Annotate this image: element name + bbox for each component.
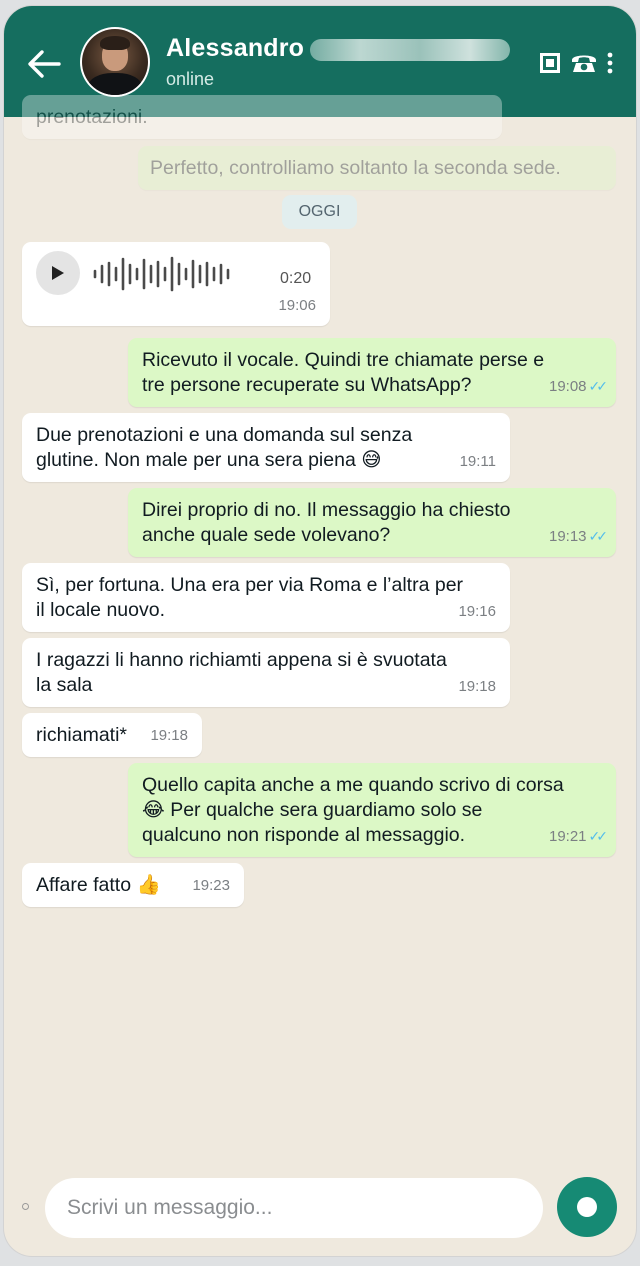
blurred-surname (310, 39, 510, 61)
message-bubble-incoming[interactable]: I ragazzi li hanno richiamti appena si è… (22, 638, 510, 707)
message-text: qualcuno non risponde al messaggio. (142, 824, 466, 846)
back-arrow-icon[interactable] (24, 44, 64, 84)
message-text: Quello capita anche a me quando scrivo d… (142, 774, 564, 796)
read-ticks-icon: ✓✓ (588, 528, 609, 544)
message-text: Direi proprio di no. Il messaggio ha chi… (142, 499, 511, 521)
record-icon (577, 1197, 597, 1217)
message-time: 19:13 ✓✓ (548, 528, 609, 545)
more-options-icon[interactable] (604, 50, 616, 76)
contact-name[interactable]: Alessandro (166, 34, 304, 63)
read-ticks-icon: ✓✓ (588, 378, 609, 394)
message-text: tre persone recuperate su WhatsApp? (142, 374, 472, 396)
message-time: 19:16 (458, 603, 496, 620)
attachment-dot-icon[interactable] (22, 1203, 29, 1210)
record-send-button[interactable] (557, 1177, 617, 1237)
message-bubble-incoming[interactable]: Sì, per fortuna. Una era per via Roma e … (22, 563, 510, 632)
message-input[interactable] (45, 1178, 543, 1238)
message-text: I ragazzi li hanno richiamti appena si è… (36, 649, 447, 671)
message-bubble-outgoing[interactable]: Quello capita anche a me quando scrivo d… (128, 763, 616, 857)
avatar[interactable] (80, 27, 150, 97)
message-text: Ricevuto il vocale. Quindi tre chiamate … (142, 349, 545, 371)
video-call-icon[interactable] (539, 50, 561, 76)
message-text: glutine. Non male per una sera piena 😅 (36, 449, 382, 471)
chat-area[interactable]: prenotazioni. Perfetto, controlliamo sol… (4, 95, 636, 1177)
date-divider: OGGI (282, 195, 357, 229)
phone-icon[interactable] (569, 50, 599, 76)
message-text: la sala (36, 674, 93, 696)
message-bubble-outgoing[interactable]: Ricevuto il vocale. Quindi tre chiamate … (128, 338, 616, 407)
message-time: 19:11 (459, 453, 496, 470)
faded-previous-message: prenotazioni. (22, 95, 502, 139)
voice-duration: 0:20 (280, 270, 312, 287)
message-bubble-incoming[interactable]: Due prenotazioni e una domanda sul senza… (22, 413, 510, 482)
message-text: 😂 Per qualche sera guardiamo solo se (142, 799, 483, 821)
read-ticks-icon: ✓✓ (588, 828, 609, 844)
message-bubble-incoming[interactable]: Affare fatto 👍 19:23 (22, 863, 244, 907)
message-text: Due prenotazioni e una domanda sul senza (36, 424, 413, 446)
composer-bar (4, 1176, 636, 1256)
message-time: 19:18 (458, 678, 496, 695)
message-bubble-outgoing[interactable]: Direi proprio di no. Il messaggio ha chi… (128, 488, 616, 557)
message-time: 19:18 (150, 727, 188, 744)
message-time: 19:06 (278, 297, 316, 314)
play-icon[interactable] (36, 251, 80, 295)
message-bubble-incoming[interactable]: richiamati* 19:18 (22, 713, 202, 757)
contact-status: online (166, 69, 215, 89)
message-time: 19:08 ✓✓ (548, 378, 609, 395)
message-time: 19:23 (192, 877, 230, 894)
message-text: anche quale sede volevano? (142, 524, 391, 546)
faded-previous-message: Perfetto, controlliamo soltanto la secon… (138, 146, 616, 190)
phone-frame: Alessandro online prenotazioni. Perfetto… (4, 6, 636, 1256)
voice-message: 0:20 19:06 (22, 242, 330, 326)
message-text: il locale nuovo. (36, 599, 165, 621)
waveform[interactable] (92, 254, 242, 294)
message-time: 19:21 ✓✓ (548, 828, 609, 845)
message-text: Sì, per fortuna. Una era per via Roma e … (36, 574, 464, 596)
